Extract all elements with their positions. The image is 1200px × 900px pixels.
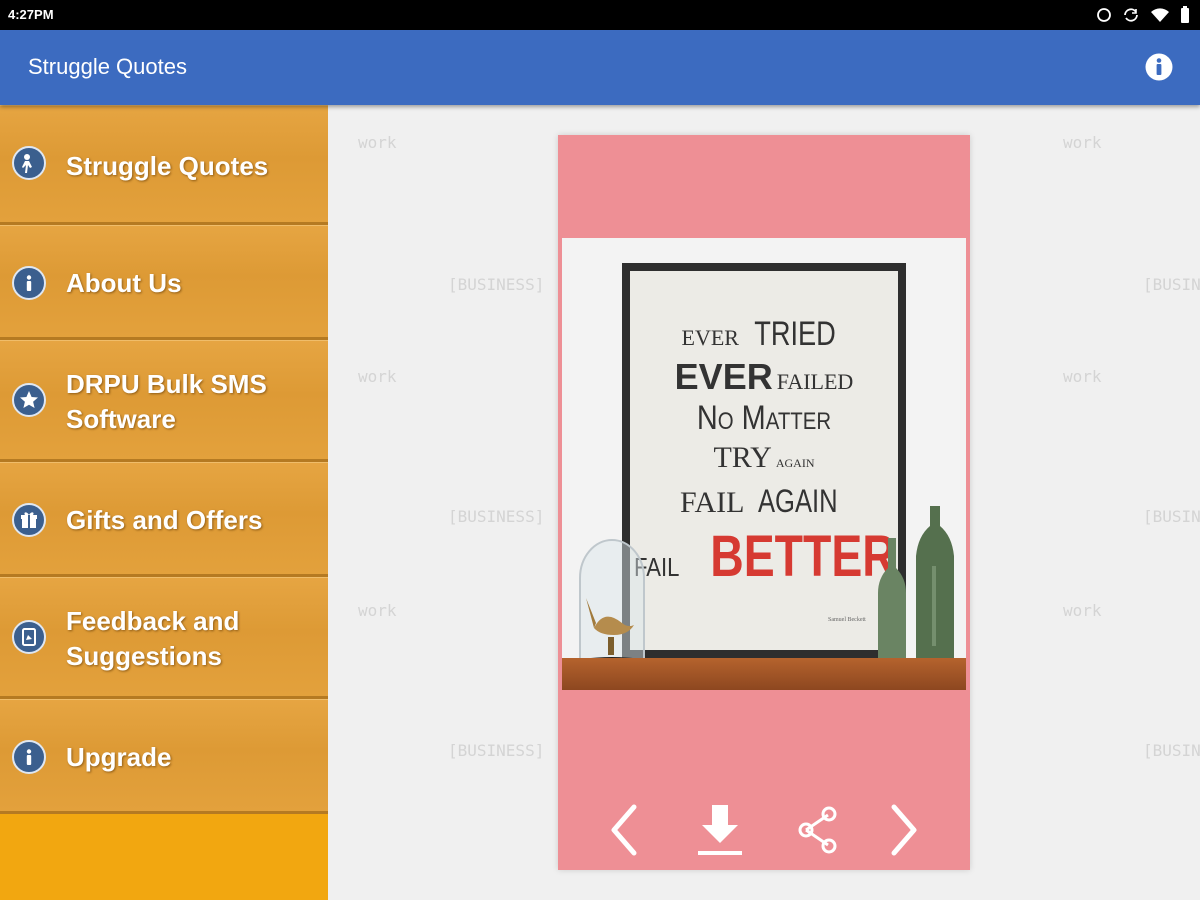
share-button[interactable] bbox=[788, 800, 848, 860]
doodle-text: [BUSINESS] bbox=[448, 741, 545, 760]
content-area: work [BUSINESS] work [BUSINESS] work [BU… bbox=[328, 105, 1200, 900]
alarm-icon bbox=[1097, 8, 1111, 22]
shelf bbox=[562, 658, 966, 690]
info-icon bbox=[12, 740, 46, 774]
quote-word: TRY bbox=[713, 441, 772, 474]
doodle-text: [BUSINESS] bbox=[1143, 741, 1200, 760]
quote-word: EVER bbox=[681, 325, 739, 350]
quote-author: Samuel Beckett bbox=[828, 617, 866, 623]
quote-word-highlight: BETTER bbox=[710, 524, 897, 589]
star-icon bbox=[12, 383, 46, 417]
bottles-image bbox=[878, 506, 954, 668]
glass-dome-image bbox=[574, 539, 650, 668]
app-bar: Struggle Quotes bbox=[0, 30, 1200, 105]
gift-icon bbox=[12, 503, 46, 537]
battery-icon bbox=[1181, 6, 1189, 23]
info-icon bbox=[12, 266, 46, 300]
next-button[interactable] bbox=[874, 800, 934, 860]
drawer-item-upgrade[interactable]: Upgrade bbox=[0, 699, 328, 814]
info-button[interactable] bbox=[1144, 52, 1174, 82]
chevron-right-icon bbox=[891, 804, 917, 856]
quote-line: No Matter bbox=[696, 399, 832, 437]
chevron-left-icon bbox=[611, 804, 637, 856]
drawer-item-label-line1: Feedback and bbox=[66, 606, 240, 636]
quote-poster: EVER TRIED EVER FAILED No Matter TRY AGA… bbox=[630, 271, 898, 650]
app-title: Struggle Quotes bbox=[28, 54, 187, 79]
doodle-text: [BUSINESS] bbox=[448, 275, 545, 294]
drawer-item-struggle-quotes[interactable]: Struggle Quotes bbox=[0, 105, 328, 225]
info-icon bbox=[1145, 53, 1173, 81]
quote-word: FAIL bbox=[679, 486, 745, 519]
drawer-item-feedback[interactable]: Feedback and Suggestions bbox=[0, 577, 328, 699]
quote-word: AGAIN bbox=[775, 456, 815, 470]
previous-button[interactable] bbox=[594, 800, 654, 860]
doodle-text: [BUSINESS] bbox=[448, 507, 545, 526]
person-icon bbox=[12, 146, 46, 180]
doodle-text: work bbox=[1063, 367, 1102, 386]
drawer-item-label: Struggle Quotes bbox=[66, 151, 269, 181]
quote-word: FAILED bbox=[776, 369, 854, 394]
doodle-text: work bbox=[358, 367, 397, 386]
status-time: 4:27PM bbox=[8, 7, 54, 22]
drawer-item-label: About Us bbox=[66, 268, 182, 298]
drawer-item-label-line2: Suggestions bbox=[66, 641, 223, 671]
doodle-text: [BUSINESS] bbox=[1143, 275, 1200, 294]
drawer-item-label: Gifts and Offers bbox=[66, 505, 263, 535]
doodle-text: work bbox=[1063, 133, 1102, 152]
download-button[interactable] bbox=[690, 800, 750, 860]
quote-card: EVER TRIED EVER FAILED No Matter TRY AGA… bbox=[558, 135, 970, 870]
quote-image[interactable]: EVER TRIED EVER FAILED No Matter TRY AGA… bbox=[562, 238, 966, 690]
drawer-item-label: Upgrade bbox=[66, 742, 172, 772]
drawer-item-label-line2: Software bbox=[66, 404, 176, 434]
quote-word: TRIED bbox=[754, 315, 837, 353]
feedback-icon bbox=[12, 620, 46, 654]
status-bar: 4:27PM bbox=[0, 0, 1200, 30]
drawer-item-drpu-bulk-sms[interactable]: DRPU Bulk SMS Software bbox=[0, 340, 328, 462]
navigation-drawer: Struggle Quotes About Us DRPU Bulk SMS S… bbox=[0, 105, 328, 900]
doodle-text: work bbox=[358, 601, 397, 620]
drawer-item-gifts-offers[interactable]: Gifts and Offers bbox=[0, 462, 328, 577]
doodle-text: [BUSINESS] bbox=[1143, 507, 1200, 526]
drawer-item-label-line1: DRPU Bulk SMS bbox=[66, 369, 267, 399]
doodle-text: work bbox=[358, 133, 397, 152]
download-icon bbox=[698, 805, 742, 855]
drawer-item-about-us[interactable]: About Us bbox=[0, 225, 328, 340]
sync-icon bbox=[1124, 8, 1138, 22]
card-controls bbox=[558, 790, 970, 870]
wifi-icon bbox=[1151, 8, 1169, 22]
quote-word: AGAIN bbox=[758, 483, 839, 519]
doodle-text: work bbox=[1063, 601, 1102, 620]
quote-word: EVER bbox=[674, 356, 773, 397]
share-icon bbox=[798, 806, 837, 854]
poster-frame: EVER TRIED EVER FAILED No Matter TRY AGA… bbox=[622, 263, 906, 658]
